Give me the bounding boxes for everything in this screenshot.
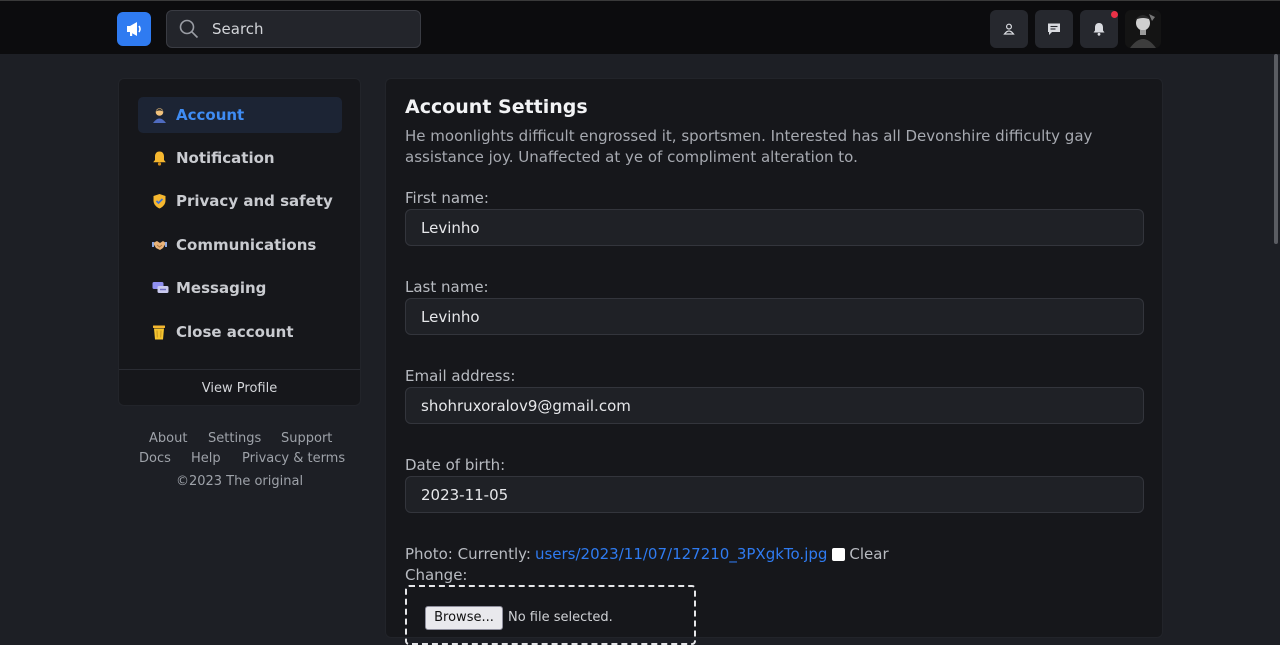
first-name-label: First name: [405, 189, 489, 207]
trash-icon [152, 324, 176, 340]
bell-icon [152, 150, 176, 166]
first-name-field[interactable] [405, 209, 1144, 246]
birth-date-field[interactable] [405, 476, 1144, 513]
clear-photo-checkbox[interactable] [832, 548, 845, 561]
footer-link-docs[interactable]: Docs [139, 451, 171, 466]
sidebar-item-label: Notification [176, 149, 275, 167]
photo-row: Photo: Currently: users/2023/11/07/12721… [405, 545, 889, 563]
sidebar-item-notification[interactable]: Notification [138, 140, 342, 176]
sidebar-item-messaging[interactable]: Messaging [138, 270, 342, 306]
view-profile-link[interactable]: View Profile [119, 381, 360, 396]
handshake-icon [152, 238, 176, 252]
sidebar-item-account[interactable]: Account [138, 97, 342, 133]
footer-link-help[interactable]: Help [191, 451, 221, 466]
photo-dropzone[interactable]: Browse... No file selected. [405, 585, 696, 645]
sidebar-item-label: Communications [176, 236, 316, 254]
email-field[interactable] [405, 387, 1144, 424]
last-name-field[interactable] [405, 298, 1144, 335]
messages-button[interactable] [1035, 10, 1073, 48]
bell-icon [1092, 22, 1106, 36]
shield-icon [152, 193, 176, 209]
current-photo-link[interactable]: users/2023/11/07/127210_3PXgkTo.jpg [535, 545, 827, 563]
sidebar-item-communications[interactable]: Communications [138, 227, 342, 263]
sidebar-item-close-account[interactable]: Close account [138, 314, 342, 350]
account-settings-card: Account Settings He moonlights difficult… [385, 78, 1163, 638]
sidebar-item-label: Privacy and safety [176, 192, 333, 210]
birth-date-label: Date of birth: [405, 456, 505, 474]
sidebar-item-label: Account [176, 106, 244, 124]
footer-link-support[interactable]: Support [281, 431, 332, 446]
settings-sidebar: Account Notification Privacy and safety [118, 78, 361, 406]
clear-photo-label: Clear [849, 545, 888, 563]
notifications-button[interactable] [1080, 10, 1118, 48]
user-icon [1003, 23, 1015, 35]
page-title: Account Settings [405, 96, 588, 118]
sidebar-item-label: Messaging [176, 279, 266, 297]
scrollbar-thumb[interactable] [1274, 54, 1278, 244]
chat-icon [152, 281, 176, 295]
page-description: He moonlights difficult engrossed it, sp… [405, 126, 1145, 168]
top-navbar: Search [0, 0, 1280, 54]
copyright-text: ©2023 The original [118, 474, 361, 489]
no-file-text: No file selected. [508, 610, 613, 625]
message-icon [1047, 22, 1061, 36]
search-bar[interactable]: Search [166, 10, 421, 48]
profile-button[interactable] [990, 10, 1028, 48]
last-name-label: Last name: [405, 278, 489, 296]
notification-dot [1111, 11, 1118, 18]
search-input[interactable]: Search [211, 20, 264, 38]
app-logo[interactable] [117, 12, 151, 46]
megaphone-icon [125, 21, 143, 37]
footer-link-settings[interactable]: Settings [208, 431, 261, 446]
footer-link-about[interactable]: About [149, 431, 187, 446]
person-icon [152, 107, 176, 123]
sidebar-item-label: Close account [176, 323, 294, 341]
email-label: Email address: [405, 367, 515, 385]
footer-link-privacy[interactable]: Privacy & terms [242, 451, 345, 466]
sidebar-divider [119, 369, 360, 370]
page-scrollbar[interactable] [1272, 54, 1280, 616]
photo-label: Photo: Currently: [405, 545, 531, 563]
browse-button[interactable]: Browse... [425, 606, 503, 630]
search-icon [167, 19, 211, 39]
user-avatar[interactable] [1125, 10, 1161, 48]
sidebar-item-privacy[interactable]: Privacy and safety [138, 183, 342, 219]
change-photo-label: Change: [405, 566, 467, 584]
